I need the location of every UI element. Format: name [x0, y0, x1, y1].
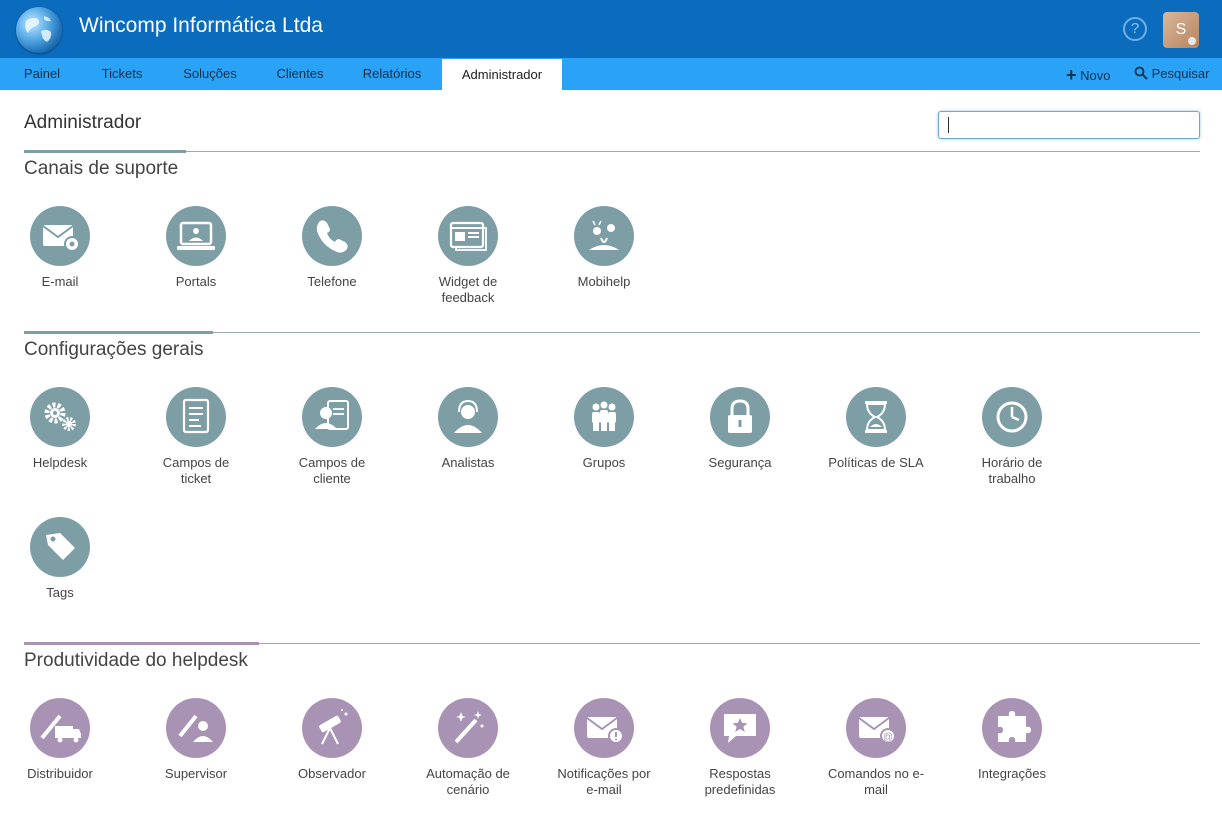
tile-label: Políticas de SLA	[828, 455, 924, 470]
tile-comandos-email[interactable]: @ Comandos no e-mail	[816, 698, 936, 798]
tile-label: Comandos no e-mail	[827, 766, 925, 797]
plus-icon: +	[1066, 65, 1077, 85]
tile-mobihelp[interactable]: Mobihelp	[544, 206, 664, 290]
tile-label: E-mail	[41, 274, 79, 289]
clock-icon	[982, 387, 1042, 447]
gears-icon	[30, 387, 90, 447]
tile-label: Supervisor	[164, 766, 228, 781]
tile-portals[interactable]: Portals	[136, 206, 256, 290]
tile-label: Distribuidor	[27, 766, 93, 781]
help-icon[interactable]: ?	[1123, 17, 1147, 41]
avatar-initial: S	[1175, 21, 1187, 38]
tile-label: Respostas predefinidas	[704, 766, 776, 797]
tile-label: Helpdesk	[32, 455, 88, 470]
tab-relatorios[interactable]: Relatórios	[350, 58, 434, 90]
hourglass-icon	[846, 387, 906, 447]
tile-respostas-predefinidas[interactable]: Respostas predefinidas	[680, 698, 800, 798]
tab-tickets[interactable]: Tickets	[88, 58, 156, 90]
tile-label: Notificações por e-mail	[557, 766, 651, 797]
section-accent	[24, 642, 259, 645]
page-title: Administrador	[24, 112, 142, 133]
tab-painel[interactable]: Painel	[12, 58, 72, 90]
tile-label: Widget de feedback	[418, 274, 518, 306]
top-header: Wincomp Informática Ltda ? S	[0, 0, 1222, 58]
tile-grupos[interactable]: Grupos	[544, 387, 664, 471]
svg-text:@: @	[883, 732, 893, 743]
tile-label: Observador	[298, 766, 366, 781]
tab-clientes[interactable]: Clientes	[264, 58, 336, 90]
tile-label: Campos de ticket	[162, 455, 230, 486]
user-avatar[interactable]: S	[1163, 12, 1199, 48]
tile-label-text: Widget de feedback	[438, 274, 498, 305]
tile-analistas[interactable]: Analistas	[408, 387, 528, 471]
tile-label: Grupos	[582, 455, 626, 470]
tile-label: Integrações	[978, 766, 1046, 781]
tile-widget-feedback[interactable]: Widget de feedback	[408, 206, 528, 306]
new-button[interactable]: + Novo	[1066, 58, 1111, 90]
tile-label: Tags	[46, 585, 74, 600]
status-dot	[1188, 37, 1196, 45]
magnifier-icon	[1134, 66, 1148, 80]
tile-telefone[interactable]: Telefone	[272, 206, 392, 290]
globe-logo-icon	[16, 7, 62, 53]
tab-administrador[interactable]: Administrador	[442, 59, 562, 91]
tile-campos-cliente[interactable]: Campos de cliente	[272, 387, 392, 487]
dispatcher-icon	[30, 698, 90, 758]
new-label: Novo	[1080, 68, 1111, 83]
text-caret	[948, 117, 949, 133]
main-nav: Painel Tickets Soluções Clientes Relatór…	[0, 58, 1222, 91]
tile-label: Horário de trabalho	[981, 455, 1043, 486]
section-title-produtividade: Produtividade do helpdesk	[24, 650, 248, 671]
tile-supervisor[interactable]: Supervisor	[136, 698, 256, 782]
ticket-fields-icon	[166, 387, 226, 447]
customer-fields-icon	[302, 387, 362, 447]
section-divider	[24, 151, 1200, 152]
canned-response-icon	[710, 698, 770, 758]
section-title-canais: Canais de suporte	[24, 158, 179, 179]
tile-distribuidor[interactable]: Distribuidor	[0, 698, 120, 782]
lock-icon	[710, 387, 770, 447]
tile-politicas-sla[interactable]: Políticas de SLA	[816, 387, 936, 471]
search-label: Pesquisar	[1151, 66, 1210, 81]
groups-icon	[574, 387, 634, 447]
magic-wand-icon	[438, 698, 498, 758]
portal-icon	[166, 206, 226, 266]
company-name: Wincomp Informática Ltda	[79, 14, 323, 37]
supervisor-icon	[166, 698, 226, 758]
puzzle-icon	[982, 698, 1042, 758]
email-commands-icon: @	[846, 698, 906, 758]
tile-label: Segurança	[708, 455, 772, 470]
search-button[interactable]: Pesquisar	[1134, 58, 1209, 90]
tile-notificacoes-email[interactable]: Notificações por e-mail	[544, 698, 664, 798]
section-accent	[24, 331, 213, 334]
tile-label: Telefone	[307, 274, 357, 289]
tile-helpdesk[interactable]: Helpdesk	[0, 387, 120, 471]
tile-label: Campos de cliente	[298, 455, 366, 486]
tile-campos-ticket[interactable]: Campos de ticket	[136, 387, 256, 487]
tile-observador[interactable]: Observador	[272, 698, 392, 782]
tag-icon	[30, 517, 90, 577]
tile-automacao-cenario[interactable]: Automação de cenário	[408, 698, 528, 798]
tile-horario-trabalho[interactable]: Horário de trabalho	[952, 387, 1072, 487]
email-notification-icon	[574, 698, 634, 758]
tile-tags[interactable]: Tags	[0, 517, 120, 601]
tile-label: Analistas	[441, 455, 495, 470]
section-accent	[24, 150, 186, 153]
tile-seguranca[interactable]: Segurança	[680, 387, 800, 471]
agent-headset-icon	[438, 387, 498, 447]
section-title-configuracoes: Configurações gerais	[24, 339, 204, 360]
admin-search-input[interactable]	[938, 111, 1200, 139]
telescope-icon	[302, 698, 362, 758]
tile-email[interactable]: E-mail	[0, 206, 120, 290]
tile-label: Automação de cenário	[426, 766, 510, 797]
feedback-widget-icon	[438, 206, 498, 266]
tile-label: Portals	[175, 274, 217, 289]
phone-icon	[302, 206, 362, 266]
tile-integracoes[interactable]: Integrações	[952, 698, 1072, 782]
mobihelp-icon	[574, 206, 634, 266]
tile-label: Mobihelp	[577, 274, 631, 289]
tab-solucoes[interactable]: Soluções	[170, 58, 250, 90]
email-settings-icon	[30, 206, 90, 266]
